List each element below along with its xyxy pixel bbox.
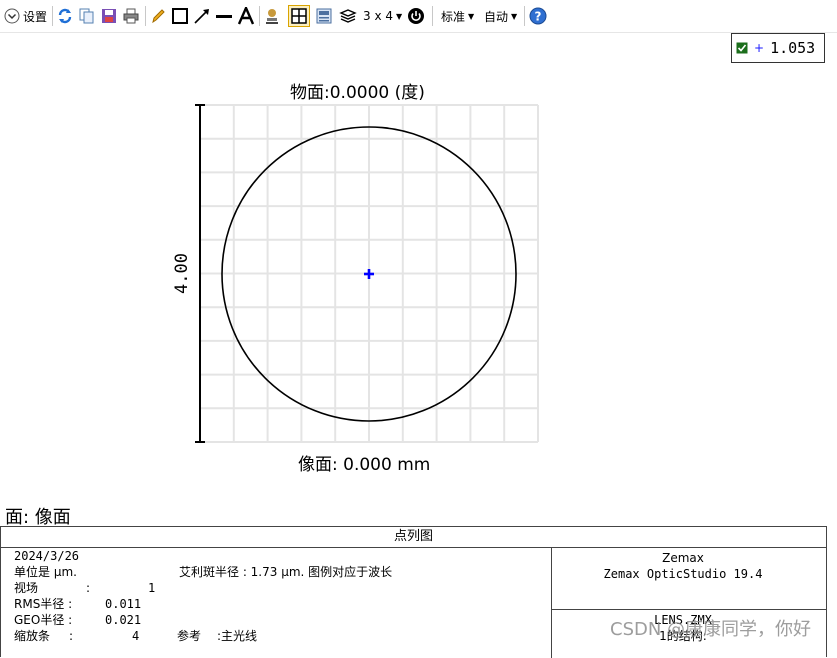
print-button[interactable]	[122, 6, 140, 26]
layers-button[interactable]	[339, 6, 357, 26]
stamp-button[interactable]	[264, 6, 280, 26]
company-name: Zemax	[662, 551, 704, 565]
copy-button[interactable]	[78, 6, 96, 26]
line-icon	[215, 7, 233, 25]
layout-dropdown[interactable]: 3 x 4 ▼	[363, 6, 402, 26]
field-value: 1	[148, 581, 156, 595]
standard-label: 标准	[441, 9, 466, 24]
toolbar-separator	[145, 6, 146, 26]
text-icon	[237, 7, 255, 25]
export-icon	[315, 7, 333, 25]
airy-radius-text: 艾利斑半径 : 1.73 µm. 图例对应于波长	[179, 565, 393, 579]
watermark-text: CSDN @康康同学，你好	[610, 619, 812, 640]
legend-plus-marker-icon: +	[754, 41, 765, 55]
line-button[interactable]	[215, 6, 233, 26]
toolbar-separator	[524, 6, 525, 26]
geo-radius-label: GEO半径 :	[14, 613, 73, 627]
scale-bar-label: 4.00	[172, 253, 192, 294]
help-button[interactable]: ?	[529, 6, 547, 26]
toolbar-separator	[52, 6, 53, 26]
legend-box: + 1.053	[731, 33, 825, 63]
field-label: 视场	[14, 581, 39, 595]
copy-icon	[78, 7, 96, 25]
panel-right-section: Zemax Zemax OpticStudio 19.4 LENS.ZMX 1的…	[551, 548, 827, 658]
refresh-button[interactable]	[56, 6, 74, 26]
print-icon	[122, 7, 140, 25]
save-icon	[100, 7, 118, 25]
rectangle-button[interactable]	[171, 6, 189, 26]
legend-wavelength-value: 1.053	[770, 39, 816, 57]
panel-title: 点列图	[1, 527, 826, 548]
spot-point	[364, 269, 374, 279]
grid-toggle-button[interactable]	[288, 5, 310, 27]
export-button[interactable]	[315, 6, 333, 26]
settings-label: 设置	[23, 9, 48, 24]
pencil-button[interactable]	[150, 6, 166, 26]
auto-label: 自动	[484, 9, 509, 24]
product-name: Zemax OpticStudio 19.4	[603, 567, 763, 581]
grid-icon	[288, 5, 310, 27]
rectangle-icon	[171, 7, 189, 25]
layout-label: 3 x 4	[363, 9, 393, 23]
plot-x-label: 像面: 0.000 mm	[298, 455, 431, 475]
caret-down-icon: ▼	[468, 11, 475, 21]
scale-bar-separator: :	[69, 629, 74, 643]
chevron-down-icon	[4, 8, 20, 24]
reference-value: :主光线	[217, 629, 258, 643]
pencil-icon	[150, 7, 166, 25]
settings-button[interactable]: 设置	[4, 6, 47, 26]
layers-icon	[339, 7, 357, 25]
toolbar-separator	[259, 6, 260, 26]
auto-dropdown[interactable]: 自动 ▼	[484, 6, 517, 26]
date-text: 2024/3/26	[14, 549, 80, 563]
stamp-icon	[264, 7, 280, 25]
toolbar: 设置 3 x 4 ▼ 标准 ▼ 自动 ▼ ?	[0, 0, 837, 33]
scale-bar-label-text: 缩放条	[14, 629, 51, 643]
checkbox-icon[interactable]	[736, 39, 748, 58]
units-text: 单位是 µm.	[14, 565, 77, 579]
text-button[interactable]	[237, 6, 255, 26]
spot-diagram-plot	[195, 104, 539, 443]
caret-down-icon: ▼	[511, 11, 518, 21]
rms-radius-value: 0.011	[105, 597, 142, 611]
save-button[interactable]	[100, 6, 118, 26]
toolbar-separator	[432, 6, 433, 26]
standard-dropdown[interactable]: 标准 ▼	[441, 6, 474, 26]
arrow-icon	[193, 7, 211, 25]
power-icon	[407, 7, 425, 25]
panel-left-section: 2024/3/26 单位是 µm. 艾利斑半径 : 1.73 µm. 图例对应于…	[1, 548, 551, 658]
geo-radius-value: 0.021	[105, 613, 142, 627]
rms-radius-label: RMS半径 :	[14, 597, 73, 611]
panel-divider	[552, 609, 827, 610]
refresh-icon	[56, 7, 74, 25]
power-button[interactable]	[407, 6, 425, 26]
scale-bar-value: 4	[132, 629, 140, 643]
help-icon: ?	[529, 7, 547, 25]
field-separator: :	[86, 581, 91, 595]
reference-label: 参考	[177, 629, 202, 643]
arrow-button[interactable]	[193, 6, 211, 26]
caret-down-icon: ▼	[396, 11, 403, 21]
svg-text:?: ?	[535, 10, 542, 24]
